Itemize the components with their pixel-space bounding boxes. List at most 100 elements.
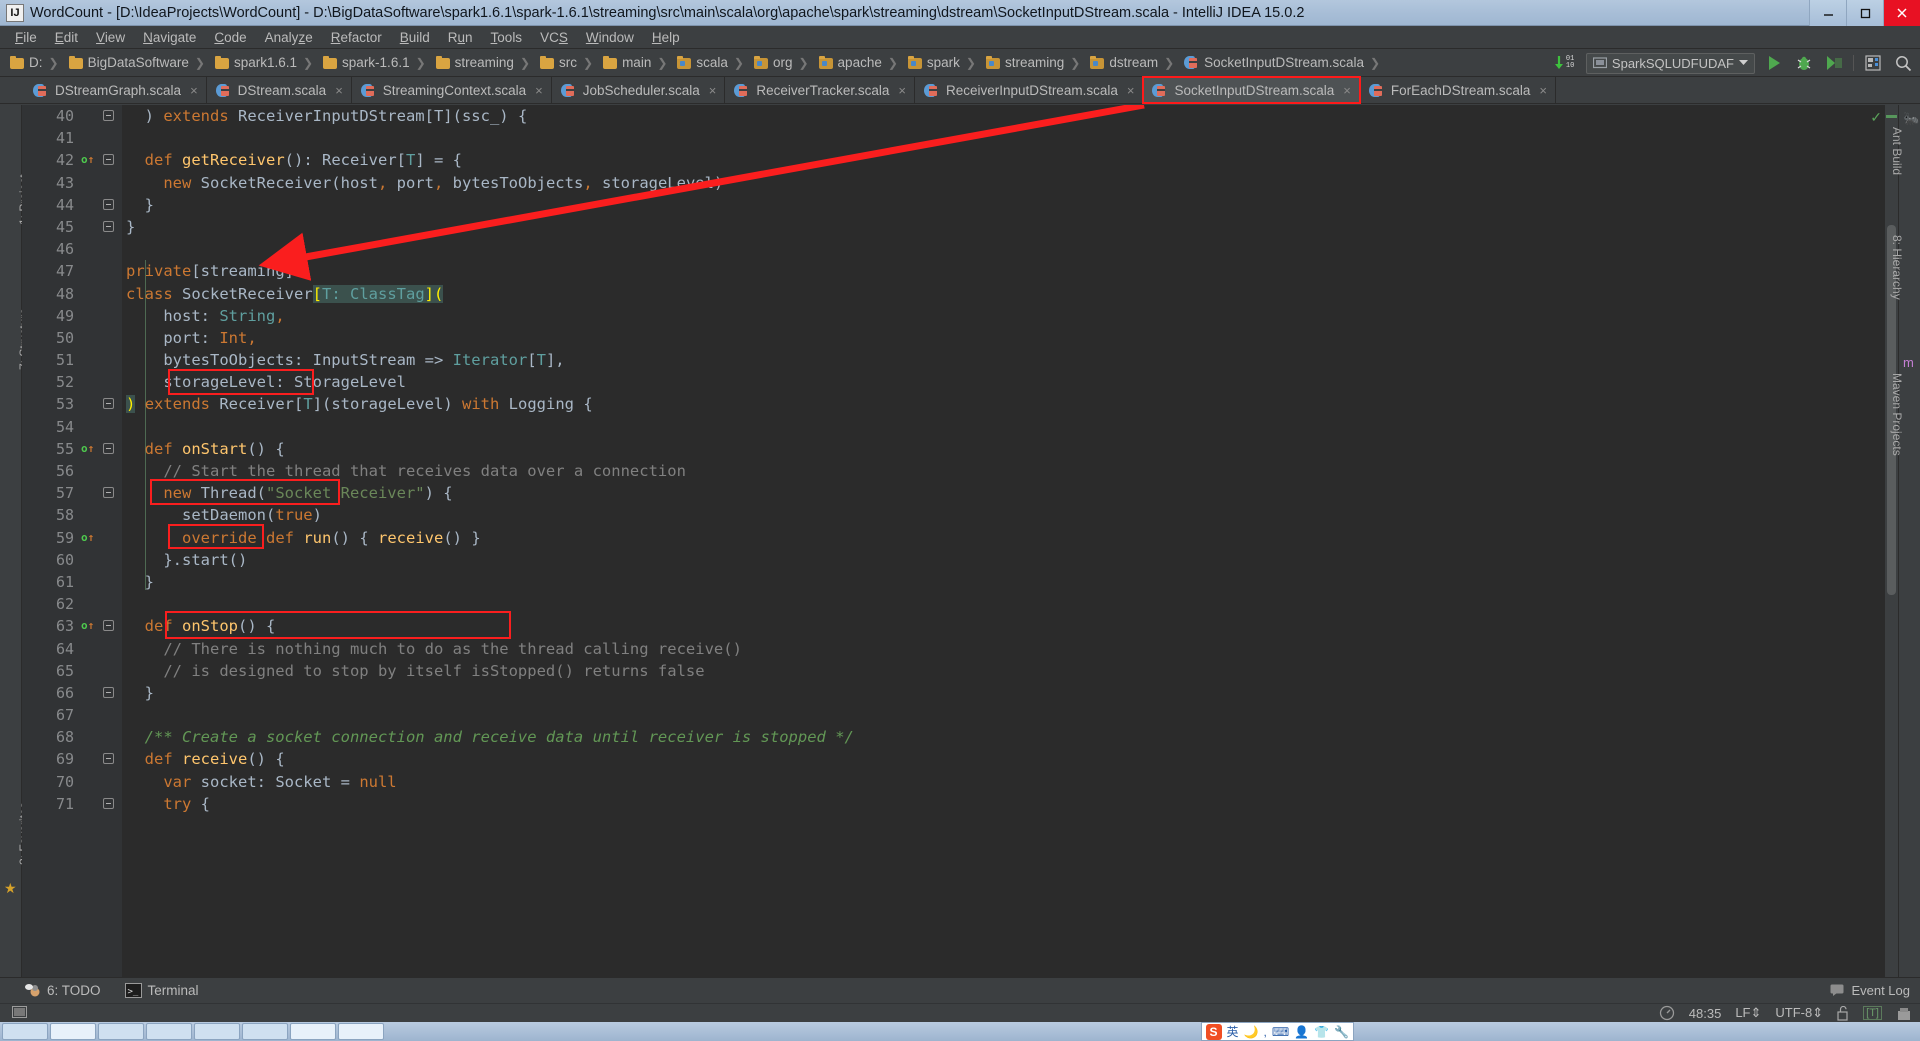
gutter-marker[interactable] <box>80 593 98 615</box>
override-method-icon[interactable]: o↑ <box>81 619 94 632</box>
minimize-button[interactable] <box>1809 0 1846 26</box>
code-line[interactable]: 63 o↑ def onStop() { <box>22 615 1898 637</box>
editor-tab-dstream[interactable]: DStream.scala × <box>206 77 352 103</box>
code-text[interactable]: new SocketReceiver(host, port, bytesToOb… <box>120 172 1898 194</box>
fold-marker[interactable] <box>98 371 120 393</box>
code-line[interactable]: 56 // Start the thread that receives dat… <box>22 460 1898 482</box>
code-line[interactable]: 62 <box>22 593 1898 615</box>
close-button[interactable] <box>1883 0 1920 26</box>
run-with-coverage-icon[interactable] <box>1823 52 1845 74</box>
code-text[interactable]: def onStop() { <box>120 615 1898 637</box>
code-line[interactable]: 57 new Thread("Socket Receiver") { <box>22 482 1898 504</box>
menu-edit[interactable]: Edit <box>46 28 87 47</box>
collapse-icon[interactable] <box>103 620 114 632</box>
code-text[interactable]: ) extends ReceiverInputDStream[T](ssc_) … <box>120 105 1898 127</box>
gutter-marker[interactable] <box>80 416 98 438</box>
fold-marker[interactable] <box>98 460 120 482</box>
collapse-icon[interactable] <box>103 686 114 698</box>
fold-marker[interactable] <box>98 660 120 682</box>
close-icon[interactable]: × <box>335 83 343 98</box>
code-text[interactable] <box>120 127 1898 149</box>
code-text[interactable]: } <box>120 571 1898 593</box>
search-everywhere-icon[interactable] <box>1892 52 1914 74</box>
menu-window[interactable]: Window <box>577 28 643 47</box>
editor-tab-jobscheduler[interactable]: JobScheduler.scala × <box>551 77 726 103</box>
collapse-icon[interactable] <box>103 398 114 410</box>
debug-icon[interactable] <box>1793 52 1815 74</box>
fold-marker[interactable] <box>98 726 120 748</box>
code-line[interactable]: 50 port: Int, <box>22 327 1898 349</box>
show-hide-toolwindows-icon[interactable] <box>12 1006 28 1020</box>
moon-icon[interactable]: 🌙 <box>1244 1025 1259 1039</box>
taskbar-button[interactable] <box>98 1023 144 1040</box>
code-text[interactable]: override def run() { receive() } <box>120 527 1898 549</box>
gutter-marker[interactable] <box>80 482 98 504</box>
collapse-icon[interactable] <box>103 797 114 809</box>
gutter-marker[interactable] <box>80 349 98 371</box>
code-text[interactable]: private[streaming] <box>120 260 1898 282</box>
fold-marker[interactable] <box>98 615 120 637</box>
editor-tab-dstreamgraph[interactable]: DStreamGraph.scala × <box>24 77 207 103</box>
gutter-marker[interactable] <box>80 127 98 149</box>
code-text[interactable]: } <box>120 216 1898 238</box>
code-line[interactable]: 54 <box>22 416 1898 438</box>
code-text[interactable]: storageLevel: StorageLevel <box>120 371 1898 393</box>
code-line[interactable]: 53) extends Receiver[T](storageLevel) wi… <box>22 393 1898 415</box>
fold-marker[interactable] <box>98 682 120 704</box>
fold-marker[interactable] <box>98 393 120 415</box>
code-text[interactable]: def getReceiver(): Receiver[T] = { <box>120 149 1898 171</box>
taskbar-button[interactable] <box>338 1023 384 1040</box>
menu-vcs[interactable]: VCS <box>531 28 577 47</box>
gutter-marker[interactable] <box>80 704 98 726</box>
fold-marker[interactable] <box>98 704 120 726</box>
fold-marker[interactable] <box>98 793 120 815</box>
editor-tab-streamingcontext[interactable]: StreamingContext.scala × <box>351 77 552 103</box>
code-line[interactable]: 51 bytesToObjects: InputStream => Iterat… <box>22 349 1898 371</box>
breadcrumb-item-d-[interactable]: D: ❯ <box>6 52 65 74</box>
caret-position[interactable]: 48:35 <box>1689 1006 1722 1021</box>
code-text[interactable]: try { <box>120 793 1898 815</box>
ime-language-label[interactable]: 英 <box>1227 1023 1239 1040</box>
code-text[interactable]: host: String, <box>120 305 1898 327</box>
menu-analyze[interactable]: Analyze <box>256 28 322 47</box>
gutter-marker[interactable] <box>80 682 98 704</box>
code-line[interactable]: 64 // There is nothing much to do as the… <box>22 638 1898 660</box>
fold-marker[interactable] <box>98 172 120 194</box>
code-line[interactable]: 44 } <box>22 194 1898 216</box>
code-line[interactable]: 60 }.start() <box>22 549 1898 571</box>
code-line[interactable]: 61 } <box>22 571 1898 593</box>
code-line[interactable]: 47 private[streaming] <box>22 260 1898 282</box>
code-line[interactable]: 42 o↑ def getReceiver(): Receiver[T] = { <box>22 149 1898 171</box>
menu-code[interactable]: Code <box>205 28 255 47</box>
collapse-icon[interactable] <box>103 154 114 166</box>
breadcrumb-item-main[interactable]: main ❯ <box>599 52 673 74</box>
override-method-icon[interactable]: o↑ <box>81 442 94 455</box>
taskbar-button[interactable] <box>2 1023 48 1040</box>
menu-view[interactable]: View <box>87 28 134 47</box>
code-text[interactable] <box>120 704 1898 726</box>
fold-marker[interactable] <box>98 438 120 460</box>
code-text[interactable]: // is designed to stop by itself isStopp… <box>120 660 1898 682</box>
breadcrumb-item-spark1-6-1[interactable]: spark1.6.1 ❯ <box>211 52 319 74</box>
sidebar-item-maven-projects[interactable]: Maven Projects <box>1890 373 1904 456</box>
fold-marker[interactable] <box>98 105 120 127</box>
collapse-icon[interactable] <box>103 110 114 121</box>
menu-file[interactable]: File <box>6 28 46 47</box>
code-line[interactable]: 48 class SocketReceiver[T: ClassTag]( <box>22 283 1898 305</box>
wrench-icon[interactable]: 🔧 <box>1334 1025 1349 1039</box>
skin-icon[interactable]: 👕 <box>1314 1025 1329 1039</box>
code-text[interactable]: def receive() { <box>120 748 1898 770</box>
code-text[interactable]: }.start() <box>120 549 1898 571</box>
gutter-marker[interactable]: o↑ <box>80 149 98 171</box>
gutter-marker[interactable] <box>80 793 98 815</box>
menu-run[interactable]: Run <box>439 28 482 47</box>
breadcrumb-item-src[interactable]: src ❯ <box>536 52 599 74</box>
fold-marker[interactable] <box>98 571 120 593</box>
gutter-marker[interactable] <box>80 238 98 260</box>
keyboard-icon[interactable]: ⌨ <box>1272 1025 1289 1039</box>
gutter-marker[interactable]: o↑ <box>80 438 98 460</box>
fold-marker[interactable] <box>98 416 120 438</box>
maximize-button[interactable] <box>1846 0 1883 26</box>
code-line[interactable]: 43 new SocketReceiver(host, port, bytesT… <box>22 172 1898 194</box>
fold-marker[interactable] <box>98 771 120 793</box>
